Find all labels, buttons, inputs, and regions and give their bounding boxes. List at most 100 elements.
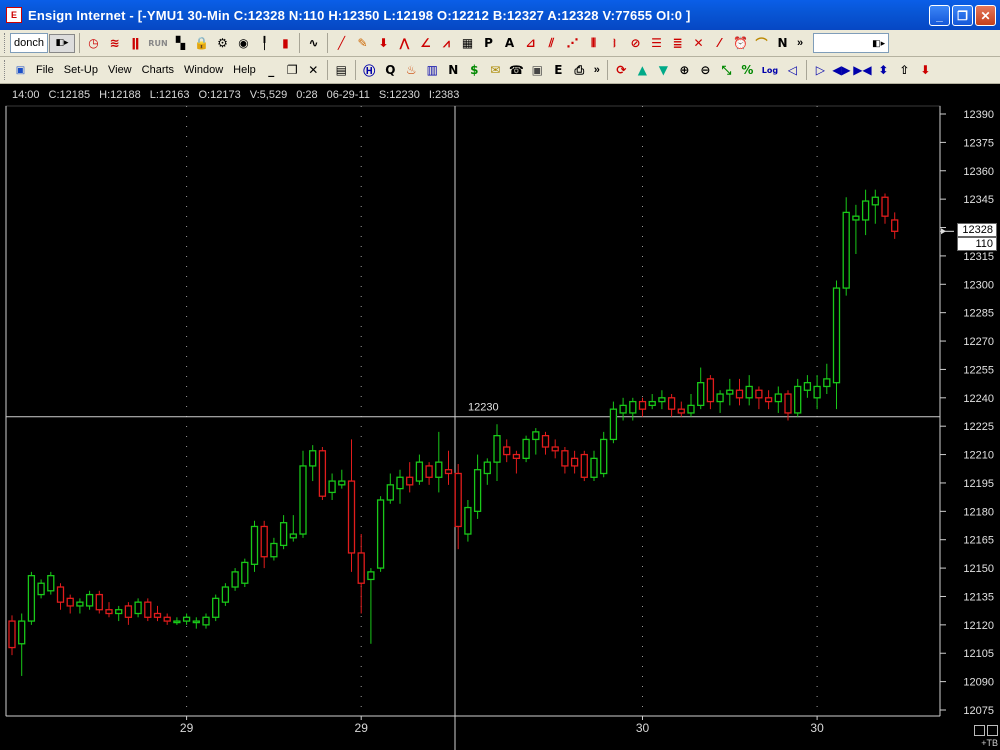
log-icon[interactable]: Log bbox=[759, 61, 781, 80]
hat-icon[interactable]: ⌒ bbox=[752, 34, 771, 53]
candle-body bbox=[784, 393, 792, 414]
levels-icon[interactable]: ☰ bbox=[647, 34, 666, 53]
minimize-button[interactable]: _ bbox=[929, 5, 950, 26]
wave-icon[interactable]: ≋ bbox=[105, 34, 124, 53]
menu-file[interactable]: File bbox=[31, 64, 59, 76]
menu-help[interactable]: Help bbox=[228, 64, 261, 76]
refresh-icon[interactable]: ⟳ bbox=[612, 61, 631, 80]
espl-icon[interactable]: E bbox=[549, 61, 568, 80]
slash-icon[interactable]: ⁄ bbox=[710, 34, 729, 53]
chart-win-icon[interactable]: ▤ bbox=[332, 61, 351, 80]
candle-body bbox=[697, 382, 705, 407]
cross-icon[interactable]: ✕ bbox=[689, 34, 708, 53]
flame-icon[interactable]: ♨ bbox=[402, 61, 421, 80]
separator bbox=[78, 33, 80, 53]
line-icon[interactable]: ∿ bbox=[304, 34, 323, 53]
mdi-restore-icon[interactable]: ❐ bbox=[283, 61, 302, 80]
a-box-icon[interactable]: A bbox=[500, 34, 519, 53]
n-icon[interactable]: N bbox=[773, 34, 792, 53]
menu-setup[interactable]: Set-Up bbox=[59, 64, 103, 76]
window-title: Ensign Internet - [-YMU1 30-Min C:12328 … bbox=[28, 7, 691, 23]
marker-icon[interactable]: ╿ bbox=[255, 34, 274, 53]
zoom-out-icon[interactable]: ⊖ bbox=[696, 61, 715, 80]
phone-icon[interactable]: ☎ bbox=[507, 61, 526, 80]
angle-icon[interactable]: ∠ bbox=[416, 34, 435, 53]
q-icon[interactable]: Q bbox=[381, 61, 400, 80]
bars2-icon[interactable]: ⦀ bbox=[584, 34, 603, 53]
grid-icon[interactable]: ▚ bbox=[171, 34, 190, 53]
hl-icon[interactable]: Ⓗ bbox=[360, 61, 379, 80]
candle-icon[interactable]: ▮ bbox=[276, 34, 295, 53]
run-icon[interactable]: RUN bbox=[147, 34, 169, 53]
template-combo[interactable]: donch bbox=[10, 33, 48, 53]
expand-icon[interactable]: ▶◀ bbox=[853, 61, 872, 80]
channel-icon[interactable]: ⫽ bbox=[542, 34, 561, 53]
candle-body bbox=[774, 393, 782, 403]
news-icon[interactable]: ✉ bbox=[486, 61, 505, 80]
vertical-icon[interactable]: ⬍ bbox=[874, 61, 893, 80]
price-chart[interactable]: 14:00 C:12185 H:12188 L:12163 O:12173 V:… bbox=[0, 84, 1000, 750]
shift-left-icon[interactable]: ◁ bbox=[783, 61, 802, 80]
close-button[interactable]: ✕ bbox=[975, 5, 996, 26]
candle-body bbox=[551, 446, 559, 452]
bars-icon[interactable]: ǁ bbox=[126, 34, 145, 53]
compress-icon[interactable]: ◀▶ bbox=[832, 61, 851, 80]
toolbar-more-icon[interactable]: » bbox=[594, 64, 600, 76]
bars-color-icon[interactable]: ▥ bbox=[423, 61, 442, 80]
arrow-down-icon[interactable]: ⬇ bbox=[374, 34, 393, 53]
globe-icon[interactable]: ◉ bbox=[234, 34, 253, 53]
shift-right-icon[interactable]: ▷ bbox=[811, 61, 830, 80]
p-box-icon[interactable]: P bbox=[479, 34, 498, 53]
triangle-up-icon[interactable]: ▲ bbox=[633, 61, 652, 80]
mdi-minimize-icon[interactable]: _ bbox=[262, 61, 281, 80]
gear-icon[interactable]: ⚙ bbox=[213, 34, 232, 53]
fib-icon[interactable]: ⩘ bbox=[437, 34, 456, 53]
zoom-in-icon[interactable]: ⊕ bbox=[675, 61, 694, 80]
clock-icon[interactable]: ◷ bbox=[84, 34, 103, 53]
toolbar-more-icon[interactable]: » bbox=[797, 37, 803, 49]
arrow-down-icon[interactable]: ⬇ bbox=[916, 61, 935, 80]
toolbar-grip[interactable] bbox=[4, 60, 7, 80]
template-nav-icon[interactable]: ◧▸ bbox=[48, 33, 75, 53]
grid-box-icon[interactable]: ▦ bbox=[458, 34, 477, 53]
separator bbox=[298, 33, 300, 53]
candle-body bbox=[415, 461, 424, 482]
arrow-up-icon[interactable]: ⇧ bbox=[895, 61, 914, 80]
candlestick-plot[interactable]: 2929303012390123751236012345123301231512… bbox=[0, 84, 1000, 750]
toolbar-grip[interactable] bbox=[4, 33, 7, 53]
n-icon[interactable]: N bbox=[444, 61, 463, 80]
y-tick-label: 12285 bbox=[963, 308, 994, 320]
fan-icon[interactable]: ⋀ bbox=[395, 34, 414, 53]
symbol-combo[interactable]: ◧▸ bbox=[813, 33, 890, 53]
corner-box-icon[interactable] bbox=[974, 725, 985, 736]
circle-icon[interactable]: ⊘ bbox=[626, 34, 645, 53]
pencil-icon[interactable]: ✎ bbox=[353, 34, 372, 53]
menu-view[interactable]: View bbox=[103, 64, 137, 76]
printer-icon[interactable]: ⎙ bbox=[570, 61, 589, 80]
doc-icon[interactable]: ▣ bbox=[11, 61, 30, 80]
triangle-down-icon[interactable]: ▼ bbox=[654, 61, 673, 80]
menu-window[interactable]: Window bbox=[179, 64, 228, 76]
tb-label[interactable]: +TB bbox=[981, 738, 998, 748]
stack-icon[interactable]: ≣ bbox=[668, 34, 687, 53]
percent-icon[interactable]: % bbox=[738, 61, 757, 80]
app-icon[interactable]: E bbox=[6, 7, 22, 23]
candle-body bbox=[105, 609, 113, 615]
symbol-combo-nav-icon[interactable]: ◧▸ bbox=[872, 38, 885, 49]
dollar-icon[interactable]: $ bbox=[465, 61, 484, 80]
separator bbox=[606, 60, 608, 80]
menu-charts[interactable]: Charts bbox=[137, 64, 179, 76]
navigation-tools: ⟳ ▲ ▼ ⊕ ⊖ ⤡% Log ◁ ▷ ◀▶ ▶◀ ⬍ ⇧ ⬇ bbox=[611, 60, 936, 80]
restore-button[interactable]: ❐ bbox=[952, 5, 973, 26]
trendline-icon[interactable]: ╱ bbox=[332, 34, 351, 53]
bell-icon[interactable]: ⏰ bbox=[731, 34, 750, 53]
mdi-close-icon[interactable]: ✕ bbox=[304, 61, 323, 80]
regression-icon[interactable]: ⋰ bbox=[563, 34, 582, 53]
corner-box-icon[interactable] bbox=[987, 725, 998, 736]
y-tick-label: 12135 bbox=[963, 591, 994, 603]
scale-icon[interactable]: ⤡ bbox=[717, 61, 736, 80]
book-icon[interactable]: ▣ bbox=[528, 61, 547, 80]
lock-icon[interactable]: 🔒 bbox=[192, 34, 211, 53]
bars3-icon[interactable]: ⧘ bbox=[605, 34, 624, 53]
angle2-icon[interactable]: ⊿ bbox=[521, 34, 540, 53]
